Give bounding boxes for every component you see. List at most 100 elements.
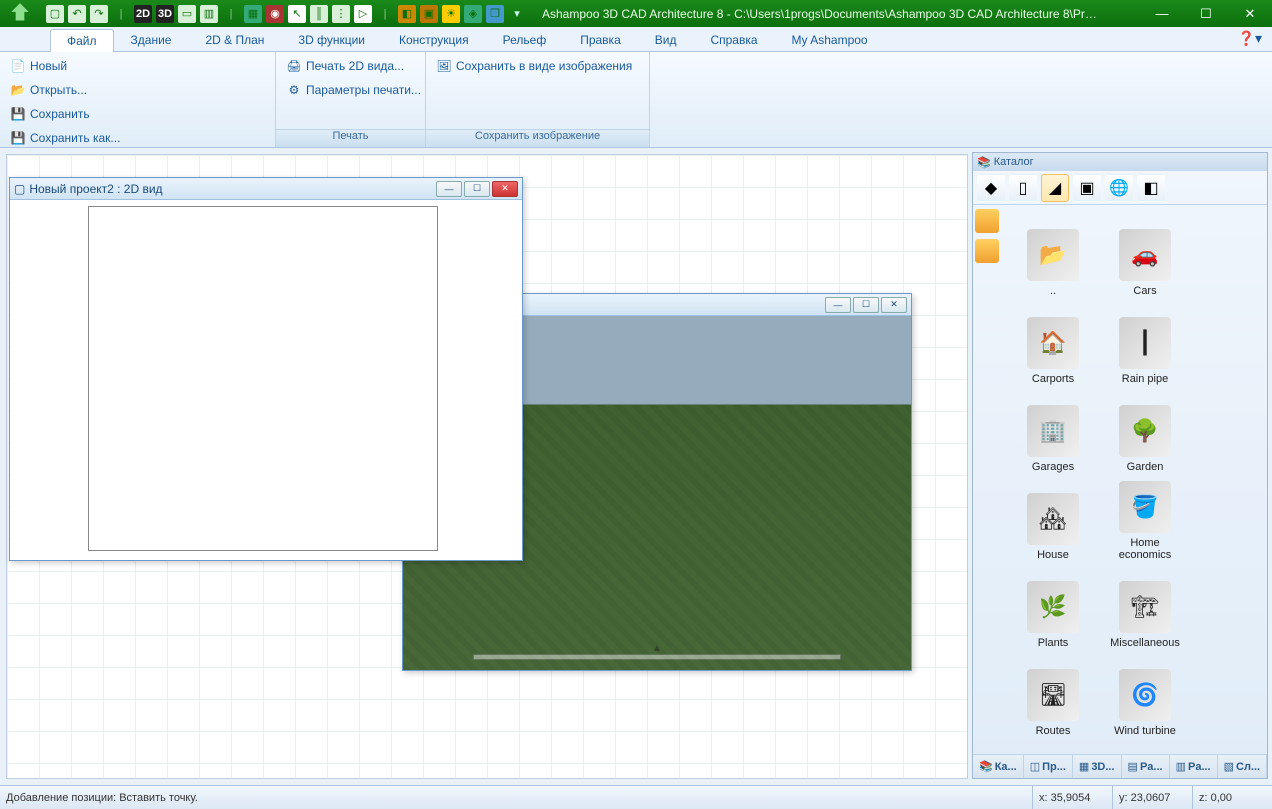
ribbon: 📄Новый 📂Открыть... 💾Сохранить 💾Сохранить… bbox=[0, 52, 1272, 148]
catalog-item-house[interactable]: 🏘House bbox=[1011, 477, 1095, 561]
window-2d-view[interactable]: ▢Новый проект2 : 2D вид — ☐ ✕ bbox=[9, 177, 523, 561]
qat-2d-icon[interactable]: 2D bbox=[134, 5, 152, 23]
qat-win2-icon[interactable]: ▥ bbox=[200, 5, 218, 23]
save-button[interactable]: 💾Сохранить bbox=[4, 102, 126, 126]
qat-divider: | bbox=[222, 5, 240, 23]
saveimg-button[interactable]: 🖼Сохранить в виде изображения bbox=[430, 54, 638, 78]
cat-tool-4[interactable]: ▣ bbox=[1073, 174, 1101, 202]
catalog-icon: 📚 bbox=[977, 156, 991, 169]
qat-select-icon[interactable]: ▷ bbox=[354, 5, 372, 23]
qat-divider: | bbox=[112, 5, 130, 23]
win3d-close-button[interactable]: ✕ bbox=[881, 297, 907, 313]
catalog-item-rain-pipe[interactable]: ┃Rain pipe bbox=[1103, 301, 1187, 385]
saveas-button[interactable]: 💾Сохранить как... bbox=[4, 126, 126, 150]
catalog-thumb: 📂 bbox=[1027, 229, 1079, 281]
cat-tab-4[interactable]: ▥Pa... bbox=[1170, 755, 1218, 778]
view3d-slider[interactable] bbox=[473, 654, 841, 660]
qat-3d-icon[interactable]: 3D bbox=[156, 5, 174, 23]
catalog-panel: 📚Каталог ◆ ▯ ◢ ▣ 🌐 ◧ 📂..🚗Cars🏠Carports┃R… bbox=[972, 152, 1268, 779]
open-button[interactable]: 📂Открыть... bbox=[4, 78, 126, 102]
qat-dropdown-icon[interactable]: ▾ bbox=[508, 5, 526, 23]
qat-measure-icon[interactable]: ║ bbox=[310, 5, 328, 23]
tab-building[interactable]: Здание bbox=[114, 28, 189, 51]
qat-undo-icon[interactable]: ↶ bbox=[68, 5, 86, 23]
catalog-item--[interactable]: 📂.. bbox=[1011, 213, 1095, 297]
cat-tool-3[interactable]: ◢ bbox=[1041, 174, 1069, 202]
catalog-thumb: 🌿 bbox=[1027, 581, 1079, 633]
minimize-button[interactable]: ― bbox=[1140, 0, 1184, 27]
printopts-icon: ⚙ bbox=[286, 82, 302, 98]
tab-help[interactable]: Справка bbox=[693, 28, 774, 51]
qat-win1-icon[interactable]: ▭ bbox=[178, 5, 196, 23]
help-icon[interactable]: ❓▾ bbox=[1238, 30, 1262, 47]
catalog-item-label: Wind turbine bbox=[1114, 725, 1176, 737]
catalog-item-routes[interactable]: 🛣Routes bbox=[1011, 653, 1095, 737]
quick-access-toolbar: ▢ ↶ ↷ | 2D 3D ▭ ▥ | ▦ ◉ ↖ ║ ⋮ ▷ | ◧ ▣ ☀ … bbox=[40, 5, 532, 23]
qat-cursor-icon[interactable]: ↖ bbox=[288, 5, 306, 23]
cat-tool-1[interactable]: ◆ bbox=[977, 174, 1005, 202]
catalog-title: Каталог bbox=[994, 156, 1034, 168]
catalog-item-garages[interactable]: 🏢Garages bbox=[1011, 389, 1095, 473]
qat-tree-icon[interactable]: ▣ bbox=[420, 5, 438, 23]
cat-tab-3[interactable]: ▤Pa... bbox=[1122, 755, 1170, 778]
catalog-item-plants[interactable]: 🌿Plants bbox=[1011, 565, 1095, 649]
qat-new-icon[interactable]: ▢ bbox=[46, 5, 64, 23]
grid-canvas[interactable]: ▣3D вид — ☐ ✕ ▲ ▢Новый проект2 : 2D вид … bbox=[6, 154, 968, 779]
print2d-button[interactable]: 🖨Печать 2D вида... bbox=[280, 54, 427, 78]
tab-view[interactable]: Вид bbox=[638, 28, 694, 51]
tab-3dfunc[interactable]: 3D функции bbox=[281, 28, 382, 51]
catalog-toolbar: ◆ ▯ ◢ ▣ 🌐 ◧ bbox=[973, 171, 1267, 205]
cat-tool-6[interactable]: ◧ bbox=[1137, 174, 1165, 202]
qat-grid-icon[interactable]: ▦ bbox=[244, 5, 262, 23]
saveas-label: Сохранить как... bbox=[30, 131, 120, 145]
group-print-caption: Печать bbox=[276, 129, 425, 147]
tab-myashampoo[interactable]: My Ashampoo bbox=[775, 28, 885, 51]
chevron-up-icon[interactable]: ▲ bbox=[652, 643, 662, 654]
cat-tool-2[interactable]: ▯ bbox=[1009, 174, 1037, 202]
catalog-thumb: 🏘 bbox=[1027, 493, 1079, 545]
qat-terrain-icon[interactable]: ◉ bbox=[266, 5, 284, 23]
tab-2dplan[interactable]: 2D & План bbox=[188, 28, 281, 51]
app-logo[interactable] bbox=[0, 0, 40, 27]
maximize-button[interactable]: ☐ bbox=[1184, 0, 1228, 27]
catalog-item-cars[interactable]: 🚗Cars bbox=[1103, 213, 1187, 297]
win3d-min-button[interactable]: — bbox=[825, 297, 851, 313]
win2d-close-button[interactable]: ✕ bbox=[492, 181, 518, 197]
qat-snap-icon[interactable]: ⋮ bbox=[332, 5, 350, 23]
win2d-min-button[interactable]: — bbox=[436, 181, 462, 197]
close-button[interactable]: ✕ bbox=[1228, 0, 1272, 27]
saveimg-label: Сохранить в виде изображения bbox=[456, 59, 632, 73]
cat-tab-1[interactable]: ◫Пр... bbox=[1024, 755, 1073, 778]
tab-edit[interactable]: Правка bbox=[563, 28, 638, 51]
tab-file[interactable]: Файл bbox=[50, 29, 114, 52]
cat-side-1[interactable] bbox=[975, 209, 999, 233]
new-button[interactable]: 📄Новый bbox=[4, 54, 126, 78]
status-message: Добавление позиции: Вставить точку. bbox=[0, 792, 1032, 804]
view2d-canvas[interactable] bbox=[10, 200, 522, 560]
qat-cube-icon[interactable]: ◈ bbox=[464, 5, 482, 23]
title-bar: ▢ ↶ ↷ | 2D 3D ▭ ▥ | ▦ ◉ ↖ ║ ⋮ ▷ | ◧ ▣ ☀ … bbox=[0, 0, 1272, 27]
qat-redo-icon[interactable]: ↷ bbox=[90, 5, 108, 23]
catalog-thumb: 🌀 bbox=[1119, 669, 1171, 721]
status-z: z: 0,00 bbox=[1192, 786, 1272, 809]
printopts-button[interactable]: ⚙Параметры печати... bbox=[280, 78, 427, 102]
cat-tab-2[interactable]: ▦3D... bbox=[1073, 755, 1122, 778]
tab-terrain[interactable]: Рельеф bbox=[486, 28, 564, 51]
catalog-item-carports[interactable]: 🏠Carports bbox=[1011, 301, 1095, 385]
tab-construction[interactable]: Конструкция bbox=[382, 28, 486, 51]
cat-tab-0[interactable]: 📚Кa... bbox=[973, 755, 1024, 778]
qat-copy-icon[interactable]: ❐ bbox=[486, 5, 504, 23]
catalog-item-garden[interactable]: 🌳Garden bbox=[1103, 389, 1187, 473]
win3d-max-button[interactable]: ☐ bbox=[853, 297, 879, 313]
qat-light-icon[interactable]: ☀ bbox=[442, 5, 460, 23]
catalog-item-home-economics[interactable]: 🪣Home economics bbox=[1103, 477, 1187, 561]
win2d-max-button[interactable]: ☐ bbox=[464, 181, 490, 197]
cat-tool-5[interactable]: 🌐 bbox=[1105, 174, 1133, 202]
status-bar: Добавление позиции: Вставить точку. x: 3… bbox=[0, 785, 1272, 809]
cat-tab-5[interactable]: ▧Сл... bbox=[1218, 755, 1268, 778]
catalog-item-wind-turbine[interactable]: 🌀 Wind turbine bbox=[1103, 653, 1187, 737]
catalog-item-miscellaneous[interactable]: 🏗Miscellaneous bbox=[1103, 565, 1187, 649]
catalog-item-label: Miscellaneous bbox=[1110, 637, 1180, 649]
cat-side-2[interactable] bbox=[975, 239, 999, 263]
qat-layer-icon[interactable]: ◧ bbox=[398, 5, 416, 23]
